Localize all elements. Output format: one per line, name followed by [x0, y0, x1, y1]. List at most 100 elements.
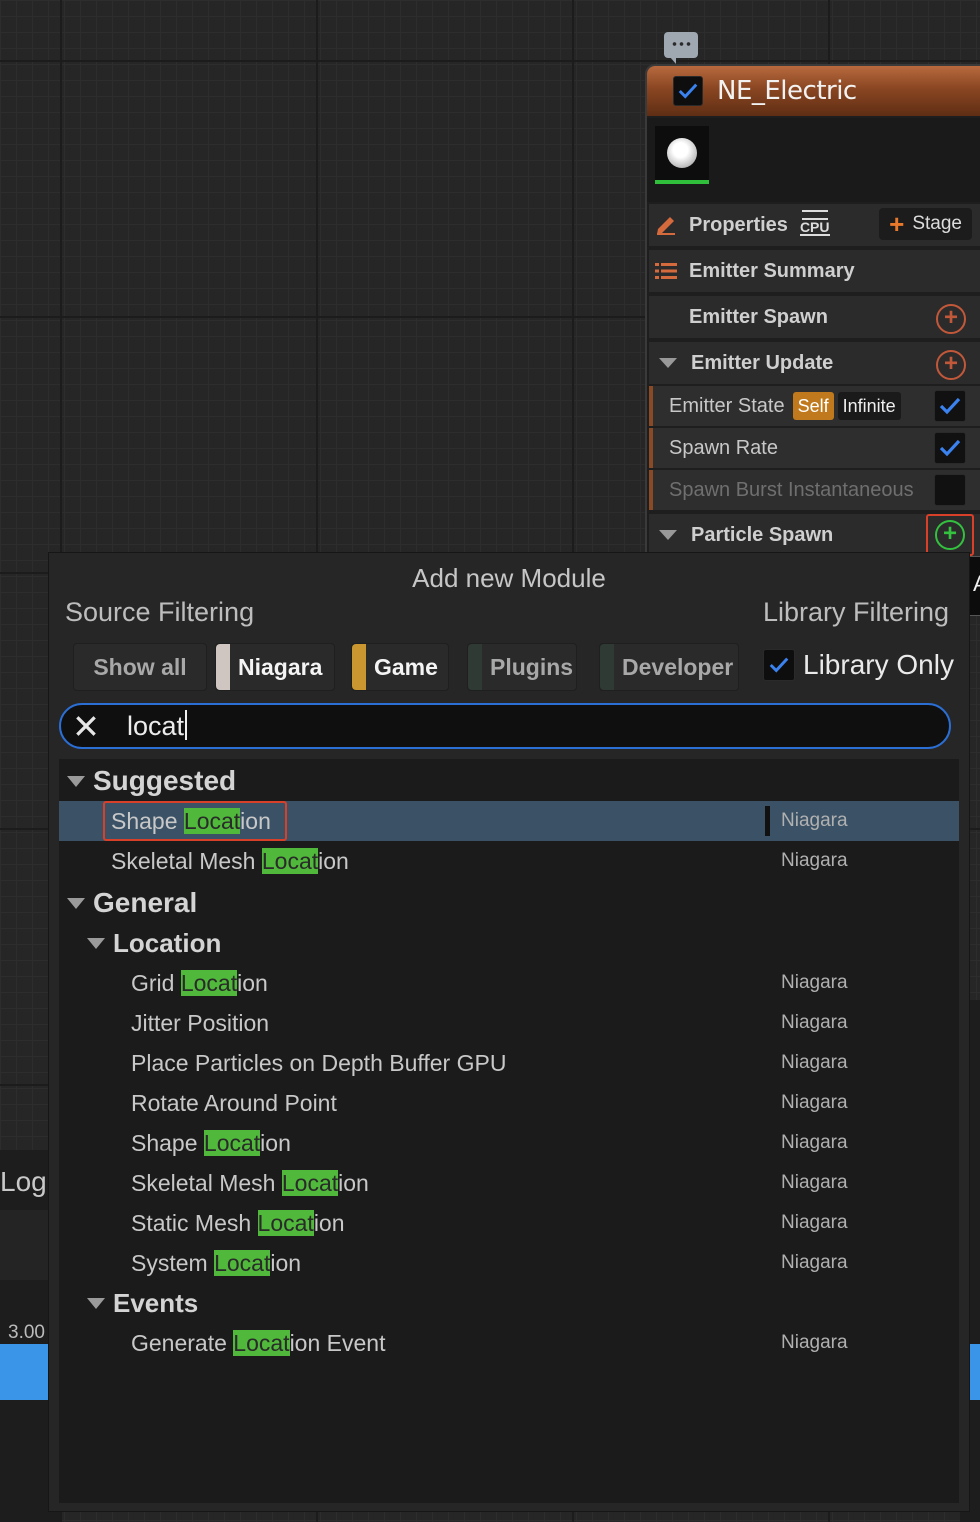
category-label: Events — [113, 1287, 199, 1318]
tag-infinite: Infinite — [837, 392, 901, 420]
check-icon — [939, 439, 961, 457]
chip-niagara[interactable]: Niagara — [215, 643, 335, 691]
module-row-emitter-state[interactable]: Emitter State Self Infinite — [649, 386, 980, 426]
module-enabled-checkbox[interactable] — [934, 474, 966, 506]
result-item[interactable]: Shape Location Niagara — [59, 1123, 959, 1163]
result-item[interactable]: Skeletal Mesh Location Niagara — [59, 841, 959, 881]
result-label: Jitter Position — [131, 1009, 270, 1036]
list-icon — [653, 258, 679, 284]
result-label: Skeletal Mesh Location — [111, 847, 349, 874]
library-only-label: Library Only — [803, 649, 954, 680]
emitter-summary-row[interactable]: Emitter Summary — [649, 250, 980, 292]
result-library: Niagara — [781, 1132, 848, 1153]
emitter-spawn-label: Emitter Spawn — [689, 305, 828, 328]
result-library: Niagara — [781, 1332, 848, 1353]
module-row-spawn-burst[interactable]: Spawn Burst Instantaneous — [649, 470, 980, 510]
category-events[interactable]: Events — [59, 1283, 959, 1323]
add-emitter-update-module-button[interactable]: + — [936, 350, 966, 380]
category-general[interactable]: General — [59, 883, 959, 923]
expand-arrow-icon[interactable] — [87, 937, 105, 949]
emitter-summary-label: Emitter Summary — [689, 259, 855, 282]
emitter-spawn-row[interactable]: Emitter Spawn + — [649, 296, 980, 338]
particle-spawn-row[interactable]: Particle Spawn + — [649, 514, 980, 556]
chip-show-all[interactable]: Show all — [73, 643, 207, 691]
result-label: Rotate Around Point — [131, 1089, 337, 1116]
result-label: Static Mesh Location — [131, 1209, 345, 1236]
result-library: Niagara — [781, 810, 848, 831]
category-suggested[interactable]: Suggested — [59, 761, 959, 801]
collapse-arrow-icon[interactable] — [659, 358, 677, 368]
log-tab-label[interactable]: Log — [0, 1166, 47, 1198]
result-library: Niagara — [781, 1212, 848, 1233]
emitter-enabled-checkbox[interactable] — [673, 76, 703, 106]
library-color-bar — [765, 806, 770, 836]
search-value: locat — [127, 711, 185, 741]
result-library: Niagara — [781, 1012, 848, 1033]
pencil-icon — [653, 212, 679, 238]
emitter-update-row[interactable]: Emitter Update + — [649, 342, 980, 384]
text-caret — [185, 710, 188, 740]
source-filtering-label: Source Filtering — [65, 597, 255, 627]
comment-icon[interactable] — [664, 32, 698, 64]
emitter-node[interactable]: NE_Electric Properties CPU + Stage Emitte… — [645, 64, 980, 556]
result-item[interactable]: Generate Location Event Niagara — [59, 1323, 959, 1363]
check-icon — [678, 83, 698, 99]
result-label: Generate Location Event — [131, 1329, 386, 1356]
result-library: Niagara — [781, 1092, 848, 1113]
emitter-thumbnail-area — [647, 118, 980, 202]
stage-label: Stage — [912, 213, 962, 234]
chip-color-bar — [352, 644, 366, 690]
result-item[interactable]: Grid Location Niagara — [59, 963, 959, 1003]
result-item[interactable]: Jitter Position Niagara — [59, 1003, 959, 1043]
emitter-thumbnail[interactable] — [655, 126, 709, 184]
chip-developer[interactable]: Developer — [599, 643, 739, 691]
clear-search-icon[interactable] — [73, 713, 99, 739]
library-only-checkbox[interactable] — [763, 649, 795, 681]
search-input[interactable]: locat — [59, 703, 951, 749]
result-library: Niagara — [781, 1052, 848, 1073]
expand-arrow-icon[interactable] — [67, 775, 85, 787]
chip-label: Plugins — [490, 653, 574, 680]
chip-label: Niagara — [238, 653, 323, 680]
module-results-list[interactable]: Suggested Shape Location Niagara Skeleta… — [59, 759, 959, 1503]
result-label: Skeletal Mesh Location — [131, 1169, 369, 1196]
expand-arrow-icon[interactable] — [87, 1297, 105, 1309]
result-item[interactable]: Shape Location Niagara — [59, 801, 959, 841]
chip-plugins[interactable]: Plugins — [467, 643, 577, 691]
timeline-number: 3.00 — [8, 1322, 45, 1343]
emitter-header[interactable]: NE_Electric — [647, 66, 980, 116]
module-label: Emitter State — [669, 394, 785, 417]
add-emitter-spawn-module-button[interactable]: + — [936, 304, 966, 334]
category-label: Location — [113, 927, 222, 958]
module-row-spawn-rate[interactable]: Spawn Rate — [649, 428, 980, 468]
particle-spawn-label: Particle Spawn — [691, 523, 834, 546]
add-particle-spawn-module-button[interactable]: + — [935, 520, 965, 550]
category-location[interactable]: Location — [59, 923, 959, 963]
chip-label: Developer — [622, 653, 734, 680]
properties-label: Properties — [689, 213, 788, 236]
result-item[interactable]: Place Particles on Depth Buffer GPU Niag… — [59, 1043, 959, 1083]
result-label: Place Particles on Depth Buffer GPU — [131, 1049, 507, 1076]
module-enabled-checkbox[interactable] — [934, 390, 966, 422]
result-library: Niagara — [781, 972, 848, 993]
result-library: Niagara — [781, 1252, 848, 1273]
plus-icon: + — [889, 208, 905, 239]
collapse-arrow-icon[interactable] — [659, 530, 677, 540]
properties-row[interactable]: Properties CPU + Stage — [649, 204, 980, 246]
module-enabled-checkbox[interactable] — [934, 432, 966, 464]
expand-arrow-icon[interactable] — [67, 897, 85, 909]
chip-color-bar — [468, 644, 482, 690]
result-label: Shape Location — [131, 1129, 291, 1156]
emitter-title: NE_Electric — [717, 76, 857, 106]
result-label: System Location — [131, 1249, 302, 1276]
result-item[interactable]: System Location Niagara — [59, 1243, 959, 1283]
chip-game[interactable]: Game — [351, 643, 449, 691]
cpu-badge: CPU — [799, 210, 830, 236]
check-icon — [939, 397, 961, 415]
add-module-popup[interactable]: Add new Module Source Filtering Library … — [48, 552, 970, 1512]
add-stage-button[interactable]: + Stage — [879, 208, 972, 240]
result-item[interactable]: Skeletal Mesh Location Niagara — [59, 1163, 959, 1203]
result-item[interactable]: Rotate Around Point Niagara — [59, 1083, 959, 1123]
library-only-toggle[interactable]: Library Only — [763, 649, 954, 681]
result-item[interactable]: Static Mesh Location Niagara — [59, 1203, 959, 1243]
